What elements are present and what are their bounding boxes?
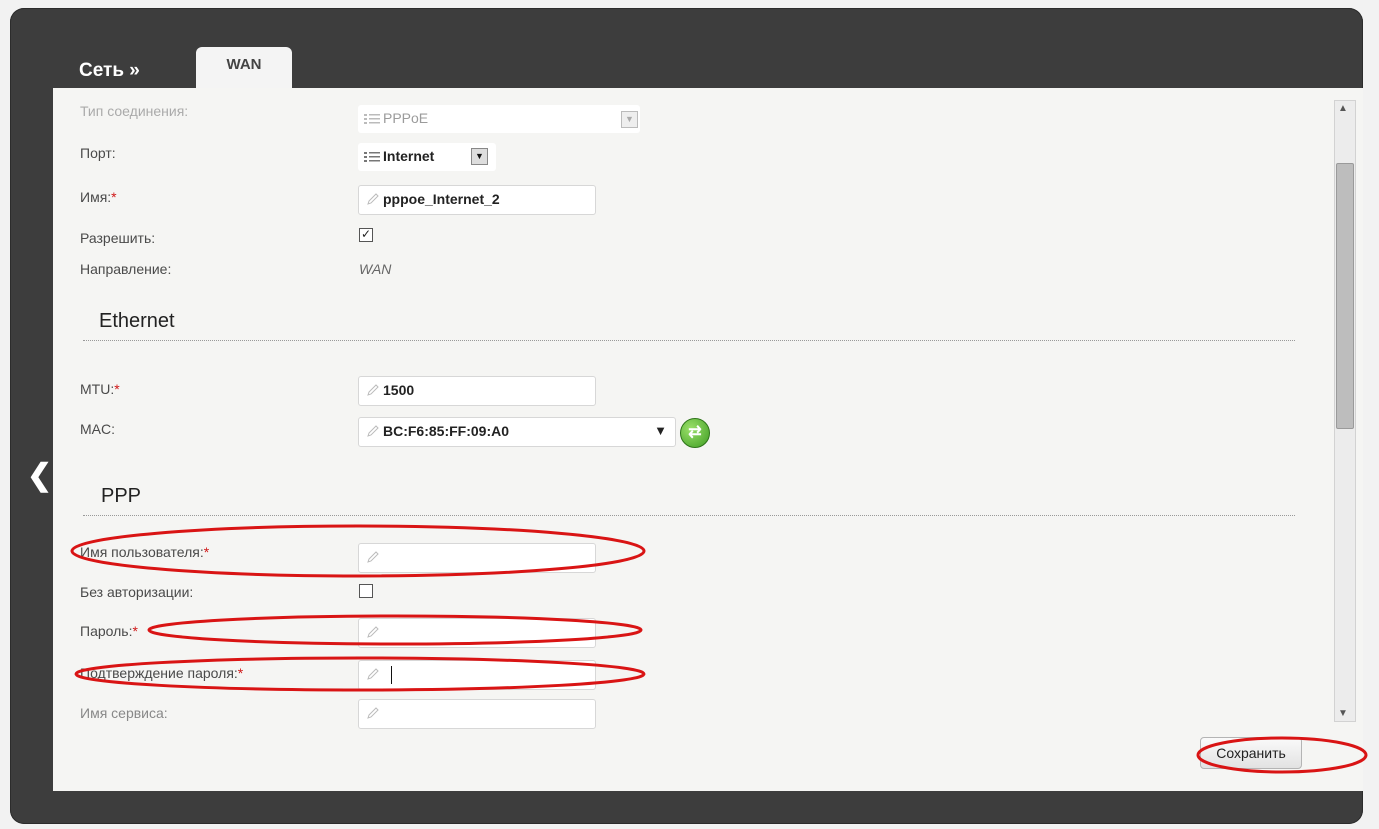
port-select[interactable]: Internet ▼: [358, 143, 496, 171]
password-label: Пароль:*: [80, 623, 138, 639]
pencil-icon: [367, 425, 379, 437]
name-label: Имя:*: [80, 189, 117, 205]
conn-type-label: Тип соединения:: [80, 103, 189, 119]
list-icon: [364, 114, 380, 124]
pencil-icon: [367, 193, 379, 205]
noauth-label: Без авторизации:: [80, 584, 194, 600]
ethernet-section-title: Ethernet: [99, 310, 175, 332]
list-icon: [364, 152, 380, 162]
pencil-icon: [367, 668, 379, 680]
direction-value: WAN: [359, 261, 392, 277]
mac-value: BC:F6:85:FF:09:A0: [383, 423, 510, 439]
scroll-down-icon[interactable]: ▼: [1338, 708, 1348, 719]
direction-label: Направление:: [80, 261, 172, 277]
conn-type-select[interactable]: PPPoE ▼: [358, 105, 640, 133]
pencil-icon: [367, 626, 379, 638]
tab-wan[interactable]: WAN: [196, 47, 292, 91]
noauth-checkbox[interactable]: [359, 584, 373, 598]
back-arrow-icon[interactable]: ❮: [27, 458, 52, 493]
pencil-icon: [367, 707, 379, 719]
name-value: pppoe_Internet_2: [383, 191, 500, 207]
mtu-input[interactable]: 1500: [358, 376, 596, 406]
scrollbar[interactable]: ▲ ▼: [1334, 100, 1356, 722]
ppp-section-title: PPP: [101, 485, 142, 507]
port-label: Порт:: [80, 145, 116, 161]
scroll-up-icon[interactable]: ▲: [1338, 103, 1348, 114]
mac-label: MAC:: [80, 421, 115, 437]
refresh-mac-icon[interactable]: ⇄: [680, 418, 710, 448]
confirm-password-label: Подтверждение пароля:*: [80, 665, 244, 681]
pencil-icon: [367, 551, 379, 563]
chevron-down-icon[interactable]: ▼: [654, 418, 667, 444]
divider: [83, 515, 1295, 516]
settings-panel: Тип соединения: PPPoE ▼ Порт: Internet ▼…: [53, 88, 1363, 791]
divider: [83, 340, 1295, 341]
enable-label: Разрешить:: [80, 230, 156, 246]
conn-type-value: PPPoE: [383, 110, 429, 126]
mtu-value: 1500: [383, 382, 415, 398]
service-name-input[interactable]: [358, 699, 596, 729]
name-input[interactable]: pppoe_Internet_2: [358, 185, 596, 215]
service-name-label: Имя сервиса:: [80, 705, 168, 721]
port-value: Internet: [383, 148, 435, 164]
save-button[interactable]: Сохранить: [1200, 737, 1302, 769]
mtu-label: MTU:*: [80, 381, 120, 397]
pencil-icon: [367, 384, 379, 396]
username-label: Имя пользователя:*: [80, 544, 210, 560]
chevron-down-icon[interactable]: ▼: [471, 148, 488, 165]
breadcrumb[interactable]: Сеть »: [79, 60, 140, 82]
text-cursor: [391, 666, 392, 684]
password-input[interactable]: [358, 618, 596, 648]
chevron-down-icon[interactable]: ▼: [621, 111, 638, 128]
confirm-password-input[interactable]: [358, 660, 596, 690]
mac-input[interactable]: BC:F6:85:FF:09:A0 ▼: [358, 417, 676, 447]
scrollbar-thumb[interactable]: [1336, 163, 1354, 429]
username-input[interactable]: [358, 543, 596, 573]
enable-checkbox[interactable]: ✓: [359, 228, 373, 242]
form-scroll-area: Тип соединения: PPPoE ▼ Порт: Internet ▼…: [53, 88, 1333, 738]
